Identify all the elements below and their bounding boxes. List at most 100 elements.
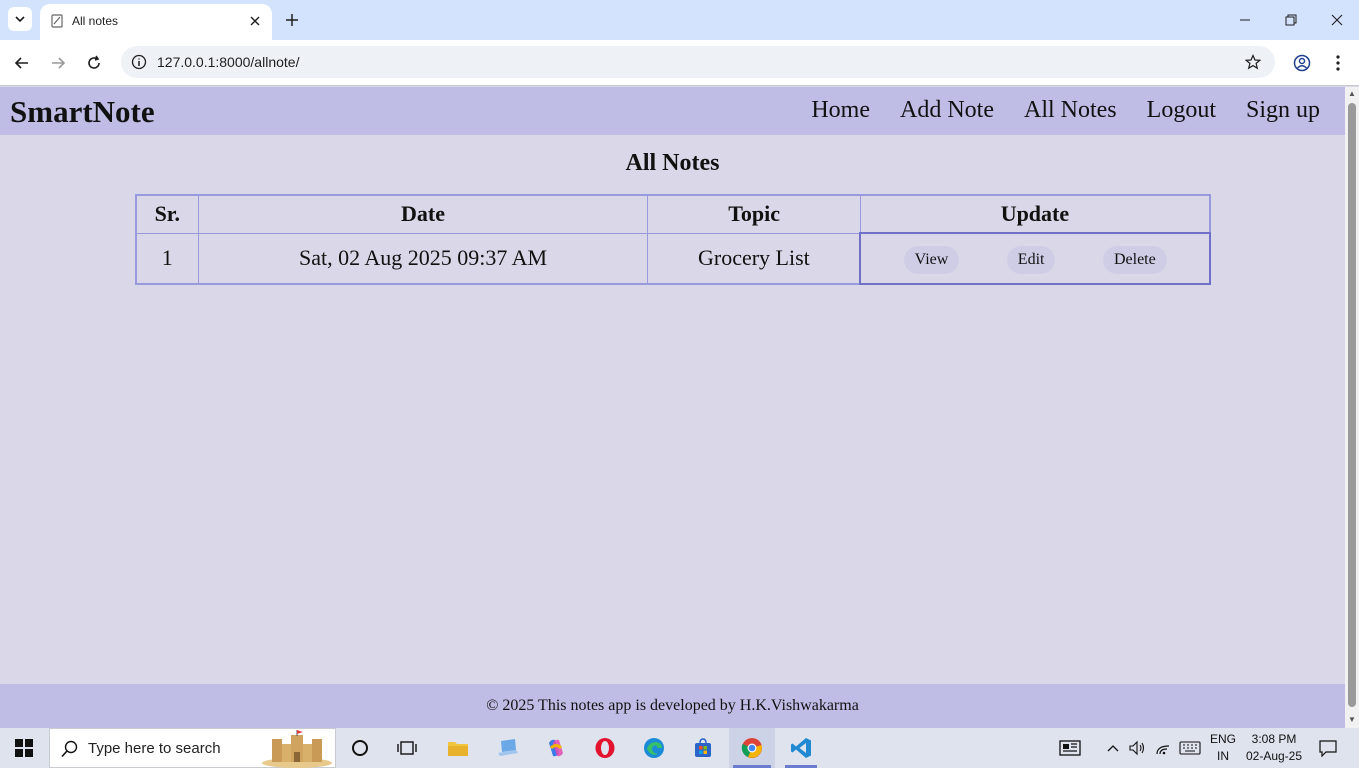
plus-icon	[286, 14, 298, 26]
view-button[interactable]: View	[903, 245, 960, 274]
tab-title: All notes	[72, 14, 119, 28]
copilot-button[interactable]	[538, 728, 574, 768]
edge-button[interactable]	[636, 728, 672, 768]
opera-button[interactable]	[587, 728, 623, 768]
nav-add-note-link[interactable]: Add Note	[900, 97, 994, 124]
profile-button[interactable]	[1290, 51, 1314, 75]
windows-logo-icon	[15, 739, 33, 757]
vscode-icon	[791, 738, 811, 758]
browser-tab[interactable]: All notes	[40, 4, 272, 40]
reload-button[interactable]	[82, 51, 106, 75]
network-button[interactable]	[1153, 728, 1173, 768]
site-footer: © 2025 This notes app is developed by H.…	[0, 684, 1345, 728]
arrow-right-icon	[52, 57, 66, 69]
cortana-button[interactable]	[342, 728, 378, 768]
store-button[interactable]	[685, 728, 721, 768]
table-row: 1 Sat, 02 Aug 2025 09:37 AM Grocery List…	[135, 232, 1211, 285]
volume-button[interactable]	[1127, 728, 1147, 768]
news-widget-button[interactable]	[1056, 728, 1084, 768]
tab-close-icon[interactable]	[246, 12, 264, 30]
windows-taskbar: Type here to search ENG IN 3:08 PM 02-Au…	[0, 728, 1359, 768]
address-bar[interactable]: 127.0.0.1:8000/allnote/	[121, 46, 1275, 78]
taskbar-search-box[interactable]: Type here to search	[49, 728, 336, 768]
cortana-circle-icon	[352, 740, 368, 756]
clock-time: 3:08 PM	[1251, 732, 1297, 746]
close-icon	[1331, 14, 1343, 26]
vscode-button[interactable]	[779, 728, 823, 768]
clock-date: 02-Aug-25	[1245, 749, 1303, 763]
browser-toolbar: 127.0.0.1:8000/allnote/	[0, 40, 1359, 86]
notes-table: Sr. Date Topic Update 1 Sat, 02 Aug 2025…	[135, 194, 1211, 285]
pinned-app-laptop-button[interactable]	[490, 728, 526, 768]
scrollbar-thumb[interactable]	[1348, 103, 1356, 707]
keyboard-button[interactable]	[1177, 728, 1203, 768]
site-navbar: SmartNote Home Add Note All Notes Logout…	[0, 87, 1345, 135]
column-header-update: Update	[859, 194, 1211, 234]
browser-tab-bar: All notes	[0, 0, 1359, 40]
minimize-button[interactable]	[1233, 8, 1257, 32]
copilot-icon	[549, 739, 563, 757]
chevron-down-icon	[15, 16, 25, 23]
language-code: ENG	[1209, 732, 1236, 746]
page-scrollbar[interactable]: ▲ ▼	[1345, 87, 1359, 728]
search-icon	[61, 740, 78, 758]
kebab-menu-icon	[1336, 55, 1340, 71]
clock[interactable]: 3:08 PM 02-Aug-25	[1242, 732, 1306, 763]
site-info-icon[interactable]	[129, 52, 149, 72]
input-language[interactable]: ENG IN	[1206, 732, 1240, 763]
url-text: 127.0.0.1:8000/allnote/	[157, 54, 300, 70]
minimize-icon	[1240, 19, 1250, 21]
task-view-button[interactable]	[389, 728, 425, 768]
nav-all-notes-link[interactable]: All Notes	[1024, 97, 1117, 124]
region-code: IN	[1217, 749, 1229, 763]
opera-icon	[595, 738, 615, 758]
nav-logout-link[interactable]: Logout	[1147, 97, 1216, 124]
sandcastle-search-highlight-icon	[262, 730, 332, 768]
keyboard-icon	[1179, 741, 1201, 755]
edit-button[interactable]: Edit	[1006, 245, 1056, 274]
notification-center-button[interactable]	[1314, 728, 1342, 768]
laptop-icon	[498, 739, 518, 756]
tab-search-button[interactable]	[8, 7, 32, 31]
chrome-button[interactable]	[729, 728, 775, 768]
scroll-down-icon[interactable]: ▼	[1348, 715, 1356, 724]
news-icon	[1059, 740, 1081, 756]
profile-icon	[1293, 54, 1311, 72]
notification-icon	[1319, 740, 1337, 757]
file-explorer-button[interactable]	[440, 728, 476, 768]
bookmark-star-icon[interactable]	[1243, 52, 1263, 72]
speaker-icon	[1129, 740, 1145, 756]
folder-icon	[448, 742, 468, 756]
reload-icon	[88, 55, 100, 69]
column-header-sr: Sr.	[135, 194, 199, 234]
note-favicon-icon	[50, 14, 64, 31]
edge-icon	[644, 738, 664, 758]
show-hidden-icons-button[interactable]	[1104, 728, 1122, 768]
browser-menu-button[interactable]	[1326, 51, 1350, 75]
column-header-date: Date	[197, 194, 649, 234]
search-placeholder: Type here to search	[88, 740, 221, 757]
restore-button[interactable]	[1279, 8, 1303, 32]
table-header-row: Sr. Date Topic Update	[135, 194, 1211, 234]
store-bag-icon	[695, 738, 711, 757]
scroll-up-icon[interactable]: ▲	[1348, 89, 1356, 98]
task-view-icon	[397, 741, 417, 755]
nav-links: Home Add Note All Notes Logout Sign up	[811, 97, 1320, 124]
cell-topic: Grocery List	[647, 232, 861, 285]
new-tab-button[interactable]	[281, 9, 303, 31]
nav-home-link[interactable]: Home	[811, 97, 870, 124]
start-button[interactable]	[0, 728, 48, 768]
cell-sr: 1	[135, 232, 199, 285]
brand-logo-text[interactable]: SmartNote	[10, 94, 155, 130]
arrow-left-icon	[14, 57, 28, 69]
close-window-button[interactable]	[1325, 8, 1349, 32]
chevron-up-icon	[1107, 745, 1119, 752]
page-title: All Notes	[625, 150, 720, 176]
back-button[interactable]	[10, 51, 34, 75]
nav-signup-link[interactable]: Sign up	[1246, 97, 1320, 124]
forward-button[interactable]	[46, 51, 70, 75]
cell-date: Sat, 02 Aug 2025 09:37 AM	[197, 232, 649, 285]
column-header-topic: Topic	[647, 194, 861, 234]
delete-button[interactable]: Delete	[1102, 245, 1167, 274]
web-page: SmartNote Home Add Note All Notes Logout…	[0, 87, 1345, 728]
